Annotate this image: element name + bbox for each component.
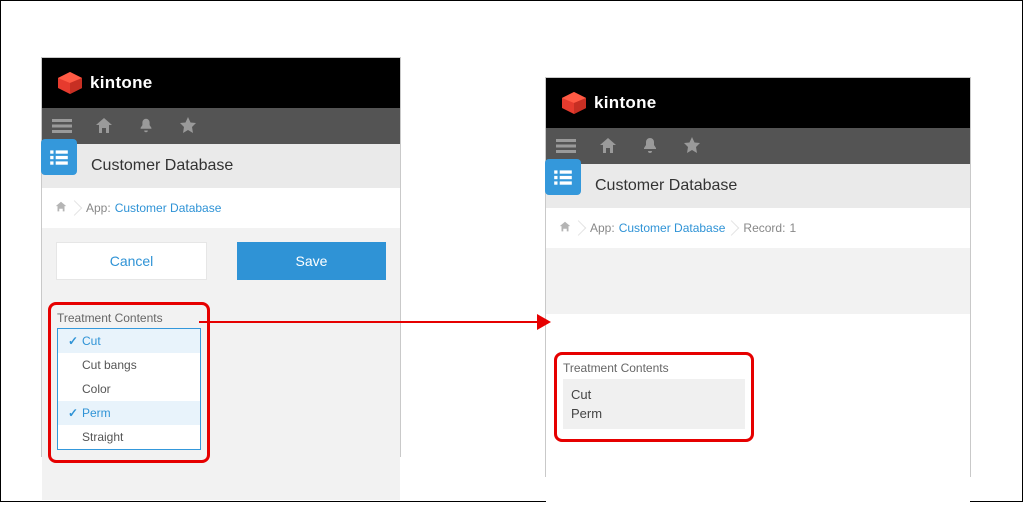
- app-title: Customer Database: [595, 177, 737, 195]
- save-button[interactable]: Save: [237, 242, 386, 280]
- kintone-cube-icon: [562, 92, 586, 114]
- flow-arrow: [199, 321, 549, 323]
- readonly-value: Perm: [571, 404, 737, 423]
- multiselect-option[interactable]: ✓Cut: [58, 329, 200, 353]
- kintone-logo: kintone: [562, 92, 657, 114]
- breadcrumb: App: Customer Database: [42, 188, 400, 228]
- list-icon: [545, 159, 581, 195]
- app-title-bar: Customer Database: [42, 144, 400, 188]
- breadcrumb-home[interactable]: [48, 200, 74, 217]
- star-icon[interactable]: [682, 136, 702, 156]
- kintone-cube-icon: [58, 72, 82, 94]
- home-icon[interactable]: [598, 136, 618, 156]
- view-screen: kintone Customer Database App: Customer …: [545, 77, 971, 477]
- field-label: Treatment Contents: [563, 361, 745, 375]
- menu-icon[interactable]: [556, 136, 576, 156]
- bell-icon[interactable]: [136, 116, 156, 136]
- multiselect-option[interactable]: ✓Perm: [58, 401, 200, 425]
- brand-name: kintone: [90, 73, 153, 93]
- menu-icon[interactable]: [52, 116, 72, 136]
- global-toolbar: [546, 128, 970, 164]
- home-icon[interactable]: [94, 116, 114, 136]
- breadcrumb-home[interactable]: [552, 220, 578, 237]
- multiselect-listbox[interactable]: ✓Cut✓Cut bangs✓Color✓Perm✓Straight: [57, 328, 201, 450]
- kintone-logo: kintone: [58, 72, 153, 94]
- treatment-field-view-highlight: Treatment Contents CutPerm: [554, 352, 754, 442]
- record-body-blank: [546, 248, 970, 314]
- list-icon: [41, 139, 77, 175]
- global-toolbar: [42, 108, 400, 144]
- breadcrumb-app[interactable]: App: Customer Database: [80, 201, 227, 215]
- brand-name: kintone: [594, 93, 657, 113]
- readonly-values: CutPerm: [563, 379, 745, 429]
- cancel-button[interactable]: Cancel: [56, 242, 207, 280]
- form-buttons: Cancel Save: [42, 228, 400, 300]
- figure-frame: kintone Customer Database App: Customer …: [0, 0, 1023, 502]
- edit-screen: kintone Customer Database App: Customer …: [41, 57, 401, 457]
- brand-bar: kintone: [42, 58, 400, 108]
- field-label: Treatment Contents: [57, 311, 201, 325]
- brand-bar: kintone: [546, 78, 970, 128]
- app-title-bar: Customer Database: [546, 164, 970, 208]
- app-title: Customer Database: [91, 157, 233, 175]
- star-icon[interactable]: [178, 116, 198, 136]
- bell-icon[interactable]: [640, 136, 660, 156]
- readonly-value: Cut: [571, 385, 737, 404]
- treatment-field-edit-highlight: Treatment Contents ✓Cut✓Cut bangs✓Color✓…: [48, 302, 210, 463]
- multiselect-option[interactable]: ✓Color: [58, 377, 200, 401]
- breadcrumb: App: Customer Database Record: 1: [546, 208, 970, 248]
- multiselect-option[interactable]: ✓Cut bangs: [58, 353, 200, 377]
- breadcrumb-app[interactable]: App: Customer Database: [584, 221, 731, 235]
- multiselect-option[interactable]: ✓Straight: [58, 425, 200, 449]
- breadcrumb-record: Record: 1: [737, 221, 802, 235]
